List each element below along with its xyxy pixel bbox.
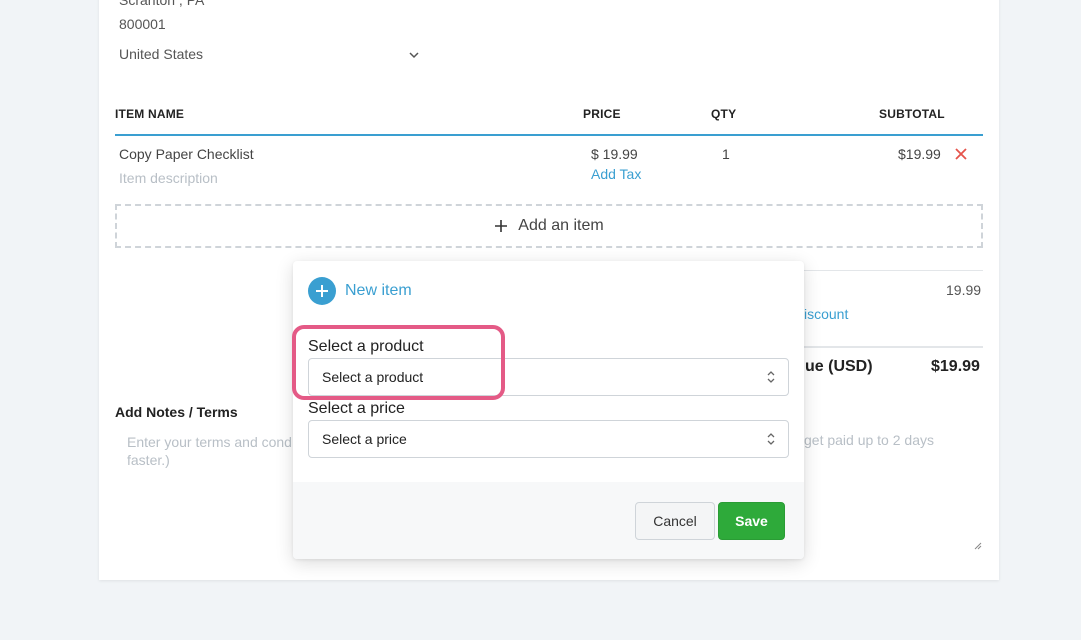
item-subtotal: $19.99	[898, 146, 941, 162]
plus-circle-icon	[308, 277, 336, 305]
product-select[interactable]: Select a product	[308, 358, 789, 396]
notes-placeholder-line1: Enter your terms and cond	[127, 434, 292, 450]
totals-divider-top	[800, 270, 983, 271]
product-label: Select a product	[308, 338, 424, 355]
add-item-label: Add an item	[518, 217, 604, 234]
price-select[interactable]: Select a price	[308, 420, 789, 458]
updown-icon	[767, 371, 775, 383]
product-select-value: Select a product	[322, 369, 424, 385]
new-item-button[interactable]: New item	[308, 277, 412, 305]
country-value: United States	[119, 46, 204, 62]
price-label: Select a price	[308, 400, 405, 417]
header-subtotal: SUBTOTAL	[879, 107, 945, 121]
add-discount-link[interactable]: iscount	[804, 306, 848, 322]
item-price[interactable]: $ 19.99	[591, 146, 638, 162]
add-item-button[interactable]: Add an item	[115, 204, 983, 248]
header-price: PRICE	[583, 107, 621, 121]
subtotal-value: 19.99	[946, 282, 982, 298]
table-header-divider	[115, 134, 983, 136]
notes-title: Add Notes / Terms	[115, 404, 238, 420]
item-name[interactable]: Copy Paper Checklist	[119, 146, 254, 162]
chevron-down-icon	[409, 52, 419, 59]
notes-placeholder-right: get paid up to 2 days	[804, 432, 934, 448]
price-select-value: Select a price	[322, 431, 407, 447]
notes-placeholder-line2: faster.)	[127, 452, 170, 468]
close-icon[interactable]	[953, 146, 969, 162]
totals-divider-bottom	[800, 346, 983, 348]
new-item-popup: New item Select a product Select a produ…	[293, 261, 804, 559]
cancel-button[interactable]: Cancel	[635, 502, 715, 540]
address-zip: 800001	[119, 16, 166, 32]
plus-icon	[495, 220, 508, 232]
address-city-state: Scranton , PA	[119, 0, 205, 8]
new-item-label: New item	[345, 282, 412, 299]
country-select[interactable]: United States	[119, 46, 425, 68]
item-qty[interactable]: 1	[722, 146, 730, 162]
resize-handle-icon[interactable]	[972, 540, 982, 550]
amount-due-value: $19.99	[931, 358, 980, 375]
header-item-name: ITEM NAME	[115, 107, 185, 121]
amount-due-label: ue (USD)	[805, 358, 873, 375]
item-description[interactable]: Item description	[119, 170, 218, 186]
save-button[interactable]: Save	[718, 502, 785, 540]
updown-icon	[767, 433, 775, 445]
add-tax-link[interactable]: Add Tax	[591, 166, 641, 182]
header-qty: QTY	[711, 107, 737, 121]
